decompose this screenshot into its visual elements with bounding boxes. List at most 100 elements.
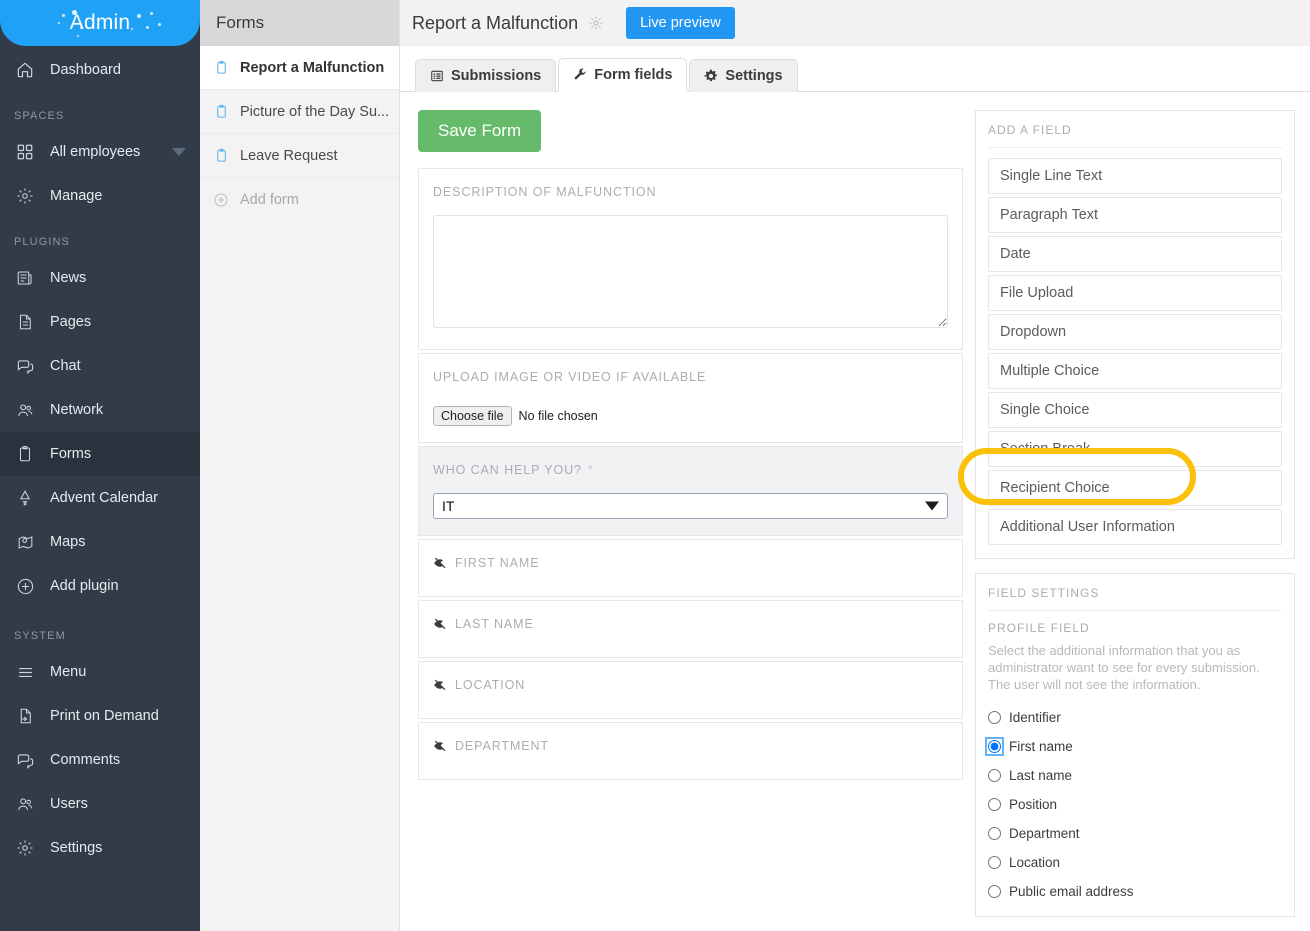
tab-settings[interactable]: Settings (689, 59, 798, 92)
sidebar-item-advent-calendar[interactable]: Advent Calendar (0, 476, 200, 520)
sparkle-icon (158, 23, 161, 26)
radio-label[interactable]: Last name (1009, 768, 1072, 783)
form-field-last-name[interactable]: LAST NAME (418, 600, 963, 658)
sidebar-item-chat[interactable]: Chat (0, 344, 200, 388)
radio-input[interactable] (988, 856, 1001, 869)
who-can-help-select[interactable]: IT (433, 493, 948, 519)
sidebar-item-dashboard[interactable]: Dashboard (0, 48, 200, 92)
sidebar-item-pages[interactable]: Pages (0, 300, 200, 344)
sidebar-item-comments[interactable]: Comments (0, 738, 200, 782)
sparkle-icon (146, 26, 149, 29)
form-field-who-can-help[interactable]: WHO CAN HELP YOU? * IT (418, 446, 963, 536)
gear-icon[interactable] (588, 15, 604, 31)
radio-label[interactable]: Public email address (1009, 884, 1134, 899)
radio-input[interactable] (988, 798, 1001, 811)
list-icon (430, 69, 444, 83)
brand-logo[interactable]: Admin (0, 0, 200, 46)
sidebar-item-users[interactable]: Users (0, 782, 200, 826)
home-icon (14, 59, 36, 81)
radio-label[interactable]: Department (1009, 826, 1080, 841)
grid-icon (14, 141, 36, 163)
radio-option-department[interactable]: Department (988, 819, 1282, 848)
sidebar-item-manage[interactable]: Manage (0, 174, 200, 218)
form-field-first-name[interactable]: FIRST NAME (418, 539, 963, 597)
radio-input[interactable] (988, 885, 1001, 898)
radio-input[interactable] (988, 769, 1001, 782)
radio-label[interactable]: Location (1009, 855, 1060, 870)
sidebar-item-all-employees[interactable]: All employees (0, 130, 200, 174)
add-field-single-choice[interactable]: Single Choice (988, 392, 1282, 428)
page-icon (14, 311, 36, 333)
main-content: Report a Malfunction Live preview Submis… (400, 0, 1310, 931)
radio-input[interactable] (985, 737, 1004, 756)
tab-form-fields[interactable]: Form fields (558, 58, 688, 92)
sidebar-item-settings[interactable]: Settings (0, 826, 200, 870)
form-field-location[interactable]: LOCATION (418, 661, 963, 719)
chevron-down-icon[interactable] (172, 148, 186, 156)
sidebar-item-label: News (50, 270, 87, 286)
form-list-item-picture-of-the-day[interactable]: Picture of the Day Su... (200, 90, 399, 134)
radio-option-identifier[interactable]: Identifier (988, 703, 1282, 732)
sidebar-item-label: Settings (50, 840, 103, 856)
hamburger-icon (14, 661, 36, 683)
field-settings-panel: FIELD SETTINGS PROFILE FIELD Select the … (975, 573, 1295, 917)
gear-icon (14, 837, 36, 859)
tab-label: Settings (725, 68, 783, 84)
sparkle-icon (62, 14, 65, 17)
add-form-button[interactable]: Add form (200, 178, 399, 222)
add-field-section-break[interactable]: Section Break (988, 431, 1282, 467)
radio-input[interactable] (988, 711, 1001, 724)
sidebar-item-label: Maps (50, 534, 86, 550)
sidebar: Admin Dashboard SPACES All employees Man… (0, 0, 200, 931)
chat-icon (14, 355, 36, 377)
news-icon (14, 267, 36, 289)
sidebar-item-label: Forms (50, 446, 92, 462)
radio-option-public-email-address[interactable]: Public email address (988, 877, 1282, 906)
add-field-multiple-choice[interactable]: Multiple Choice (988, 353, 1282, 389)
sidebar-item-network[interactable]: Network (0, 388, 200, 432)
radio-option-location[interactable]: Location (988, 848, 1282, 877)
tab-submissions[interactable]: Submissions (415, 59, 557, 92)
sidebar-section-spaces: SPACES (14, 110, 65, 122)
field-label-text: WHO CAN HELP YOU? (433, 463, 582, 477)
add-field-file-upload[interactable]: File Upload (988, 275, 1282, 311)
radio-label[interactable]: First name (1009, 739, 1073, 754)
sidebar-item-label: Add plugin (50, 578, 119, 594)
tab-bar: Submissions Form fields Settings (400, 46, 1310, 92)
add-field-recipient-choice[interactable]: Recipient Choice (988, 470, 1282, 506)
radio-label[interactable]: Identifier (1009, 710, 1061, 725)
description-textarea[interactable] (433, 215, 948, 328)
sidebar-item-label: Print on Demand (50, 708, 159, 724)
form-list-item-leave-request[interactable]: Leave Request (200, 134, 399, 178)
add-field-dropdown[interactable]: Dropdown (988, 314, 1282, 350)
form-list-item-label: Picture of the Day Su... (240, 103, 390, 120)
sidebar-item-forms[interactable]: Forms (0, 432, 200, 476)
eye-slash-icon (433, 617, 449, 631)
form-list-item-report-a-malfunction[interactable]: Report a Malfunction (200, 46, 399, 90)
network-icon (14, 399, 36, 421)
add-field-single-line-text[interactable]: Single Line Text (988, 158, 1282, 194)
radio-option-position[interactable]: Position (988, 790, 1282, 819)
print-page-icon (14, 705, 36, 727)
choose-file-button[interactable]: Choose file (433, 406, 512, 426)
sidebar-item-print-on-demand[interactable]: Print on Demand (0, 694, 200, 738)
comments-icon (14, 749, 36, 771)
sidebar-item-news[interactable]: News (0, 256, 200, 300)
form-field-description[interactable]: DESCRIPTION OF MALFUNCTION (418, 168, 963, 350)
radio-input[interactable] (988, 827, 1001, 840)
radio-option-first-name[interactable]: First name (985, 732, 1282, 761)
sidebar-item-maps[interactable]: Maps (0, 520, 200, 564)
file-input-row[interactable]: Choose file No file chosen (433, 406, 948, 426)
form-field-upload[interactable]: UPLOAD IMAGE OR VIDEO IF AVAILABLE Choos… (418, 353, 963, 443)
add-field-date[interactable]: Date (988, 236, 1282, 272)
form-field-department[interactable]: DEPARTMENT (418, 722, 963, 780)
sidebar-item-add-plugin[interactable]: Add plugin (0, 564, 200, 608)
sparkle-icon (131, 28, 133, 30)
live-preview-button[interactable]: Live preview (626, 7, 735, 39)
radio-label[interactable]: Position (1009, 797, 1057, 812)
sidebar-item-menu[interactable]: Menu (0, 650, 200, 694)
radio-option-last-name[interactable]: Last name (988, 761, 1282, 790)
add-field-paragraph-text[interactable]: Paragraph Text (988, 197, 1282, 233)
add-field-additional-user-information[interactable]: Additional User Information (988, 509, 1282, 545)
save-form-button[interactable]: Save Form (418, 110, 542, 152)
